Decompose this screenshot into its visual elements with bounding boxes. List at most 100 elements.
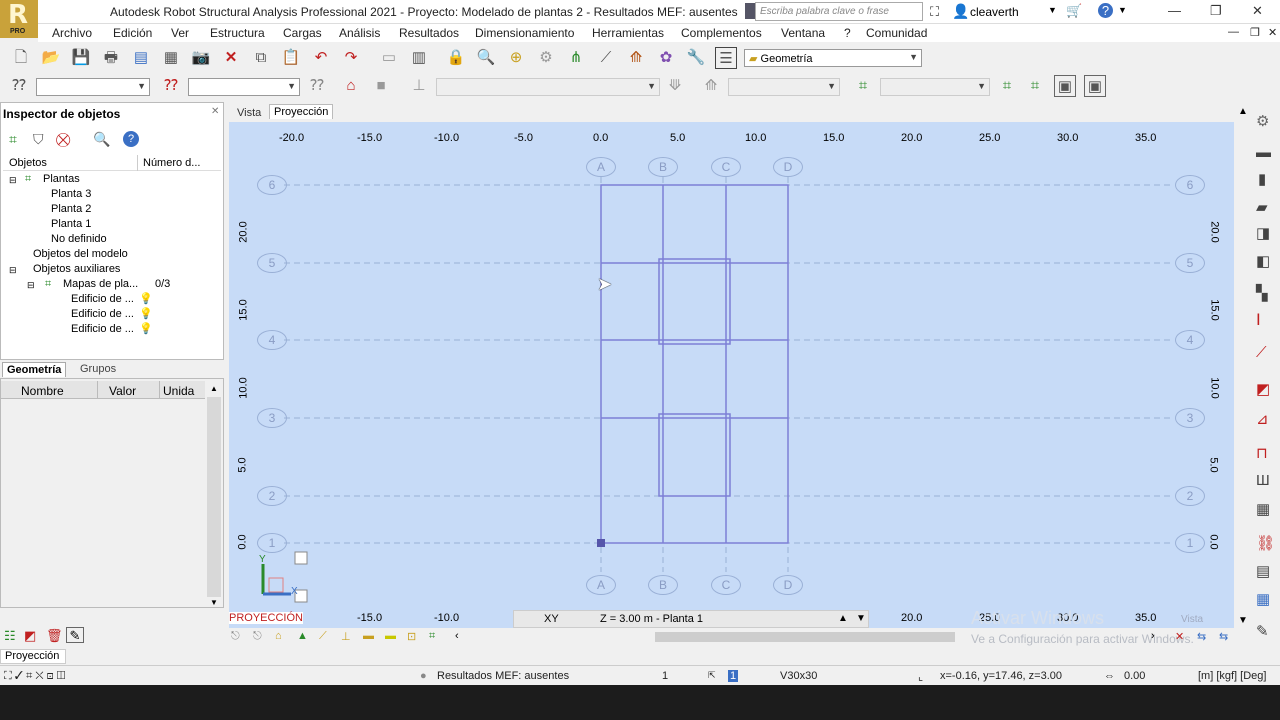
select-icons[interactable]: ⛶ ✓ ⌗ ⛌ ⊡ ◫	[4, 670, 65, 683]
undo-icon[interactable]: ↶	[310, 47, 332, 69]
selection-icon[interactable]: ⇱	[708, 670, 716, 681]
projection-status[interactable]: Proyección	[0, 649, 66, 664]
axis-bubble-5-right[interactable]: 5	[1175, 253, 1205, 273]
minimize-icon[interactable]: —	[1168, 3, 1181, 18]
zoom-icon[interactable]: 🔍	[475, 47, 497, 69]
view-tool-icon[interactable]: ▬	[385, 630, 396, 642]
delete-icon[interactable]: ✕	[220, 47, 242, 69]
redo-icon[interactable]: ↷	[340, 47, 362, 69]
axis-bubble-2[interactable]: 2	[257, 486, 287, 506]
level-down-icon[interactable]: ▼	[856, 613, 866, 624]
print-preview-icon[interactable]: ▤	[130, 47, 152, 69]
display-attrs-icon[interactable]: ▣	[1084, 75, 1106, 97]
column-icon[interactable]: ▮	[1258, 170, 1266, 188]
expand-aux-icon[interactable]: ⊟	[9, 265, 17, 276]
display-icon[interactable]: ▣	[1054, 75, 1076, 97]
bar-icon[interactable]: ▬	[1256, 144, 1271, 161]
scroll-up-icon[interactable]: ▲	[210, 384, 218, 393]
case-combo[interactable]: ▼	[436, 78, 660, 96]
tree-plantas[interactable]: Plantas	[43, 173, 80, 185]
axis-bubble-a-bottom[interactable]: A	[586, 575, 616, 595]
tree-view-icon[interactable]: ⌗	[9, 131, 17, 148]
loads-icon[interactable]: ⟰	[625, 47, 647, 69]
mdi-minimize-icon[interactable]: —	[1228, 26, 1239, 38]
binoculars-icon[interactable]: ⛶	[930, 4, 939, 20]
tree-no-definido[interactable]: No definido	[51, 233, 107, 245]
axis-bubble-2-right[interactable]: 2	[1175, 486, 1205, 506]
screen-capture-icon[interactable]: 📷	[190, 47, 212, 69]
expand-plantas-icon[interactable]: ⊟	[9, 175, 17, 186]
tab-proyeccion[interactable]: Proyección	[269, 104, 334, 119]
story-combo[interactable]: ▼	[880, 78, 990, 96]
list-icon[interactable]: ☷	[4, 628, 16, 644]
case-number[interactable]: 1	[662, 670, 668, 682]
tools-icon[interactable]: 🔧	[685, 47, 707, 69]
view-tool-icon[interactable]: ⎋	[253, 630, 262, 643]
settings-icon[interactable]: ⚙	[1256, 112, 1269, 130]
col-nombre[interactable]: Nombre	[21, 384, 64, 398]
story-question-icon[interactable]: ⌗	[1024, 75, 1046, 97]
edit-table-icon[interactable]: ✎	[1256, 622, 1269, 640]
supports-def-icon[interactable]: ⊥	[408, 75, 430, 97]
load-def-icon[interactable]: ⟱	[664, 75, 686, 97]
axis-bubble-5[interactable]: 5	[257, 253, 287, 273]
mdi-restore-icon[interactable]: ❐	[1250, 26, 1260, 39]
view-option-icon[interactable]: ⇆	[1197, 630, 1206, 643]
menu-herramientas[interactable]: Herramientas	[592, 26, 664, 40]
tree-planta3[interactable]: Planta 3	[51, 188, 91, 200]
scroll-right-icon[interactable]: ›	[1151, 630, 1155, 642]
tree-planta2[interactable]: Planta 2	[51, 203, 91, 215]
view-tool-icon[interactable]: ⌗	[429, 630, 435, 643]
menu-archivo[interactable]: Archivo	[52, 26, 92, 40]
axis-bubble-3-right[interactable]: 3	[1175, 408, 1205, 428]
wall-icon[interactable]: ▚	[1256, 284, 1268, 302]
section-icon[interactable]: I	[1256, 310, 1261, 330]
section-name[interactable]: V30x30	[780, 670, 817, 682]
horizontal-scroll-thumb[interactable]	[655, 632, 955, 642]
zoom-all-icon[interactable]: ⊕	[505, 47, 527, 69]
vertical-scrollbar[interactable]	[1236, 122, 1250, 628]
view-tool-icon[interactable]: ⊡	[407, 630, 416, 643]
table-view-icon[interactable]: ▤	[1256, 562, 1270, 580]
clear-filter-icon[interactable]: ⛒	[56, 131, 70, 148]
thickness-icon[interactable]: ⁇	[306, 75, 328, 97]
view-tool-icon[interactable]: ▲	[297, 630, 308, 642]
close-icon[interactable]: ✕	[1252, 3, 1263, 19]
axis-bubble-4-right[interactable]: 4	[1175, 330, 1205, 350]
offset-icon[interactable]: ⊿	[1256, 410, 1269, 428]
tree-mapas[interactable]: Mapas de pla...	[63, 278, 138, 290]
tab-geometria[interactable]: Geometría	[2, 362, 67, 377]
tab-vista[interactable]: Vista	[233, 106, 265, 120]
material-icon[interactable]: ◩	[1256, 380, 1270, 398]
pile-icon[interactable]: Ш	[1256, 472, 1270, 489]
tree-edificio1[interactable]: Edificio de ...	[71, 293, 134, 305]
axis-bubble-4[interactable]: 4	[257, 330, 287, 350]
user-icon[interactable]: 👤	[952, 3, 969, 20]
col-number[interactable]: Número d...	[143, 157, 200, 169]
calculator-icon[interactable]: ▥	[408, 47, 430, 69]
menu-help[interactable]: ?	[844, 26, 851, 40]
model-drawing[interactable]	[229, 122, 1234, 628]
menu-estructura[interactable]: Estructura	[210, 26, 265, 40]
paste-icon[interactable]: 📋	[280, 47, 302, 69]
axis-bubble-6-right[interactable]: 6	[1175, 175, 1205, 195]
inspector-help-icon[interactable]: ?	[123, 131, 139, 147]
axis-bubble-b-bottom[interactable]: B	[648, 575, 678, 595]
bulb-on-icon[interactable]: 💡	[139, 292, 153, 305]
link-icon[interactable]: ⛓	[1256, 534, 1275, 552]
table-icon[interactable]: ▭	[378, 47, 400, 69]
menu-resultados[interactable]: Resultados	[399, 26, 459, 40]
axis-bubble-6[interactable]: 6	[257, 175, 287, 195]
plane-label[interactable]: XY	[544, 613, 559, 625]
view-tool-icon[interactable]: ⌂	[275, 630, 282, 642]
props-scrollbar[interactable]	[207, 397, 221, 597]
post-icon[interactable]: ◧	[1256, 252, 1270, 270]
user-name[interactable]: cleaverth	[970, 5, 1019, 19]
foundation-icon[interactable]: ▦	[1256, 500, 1270, 518]
bulb-icon[interactable]: 💡	[139, 322, 153, 335]
bar-section-combo[interactable]: ▼	[36, 78, 150, 96]
col-valor[interactable]: Valor	[109, 384, 136, 398]
axis-bubble-b[interactable]: B	[648, 157, 678, 177]
axis-bubble-c-bottom[interactable]: C	[711, 575, 741, 595]
print-composition-icon[interactable]: ▦	[160, 47, 182, 69]
